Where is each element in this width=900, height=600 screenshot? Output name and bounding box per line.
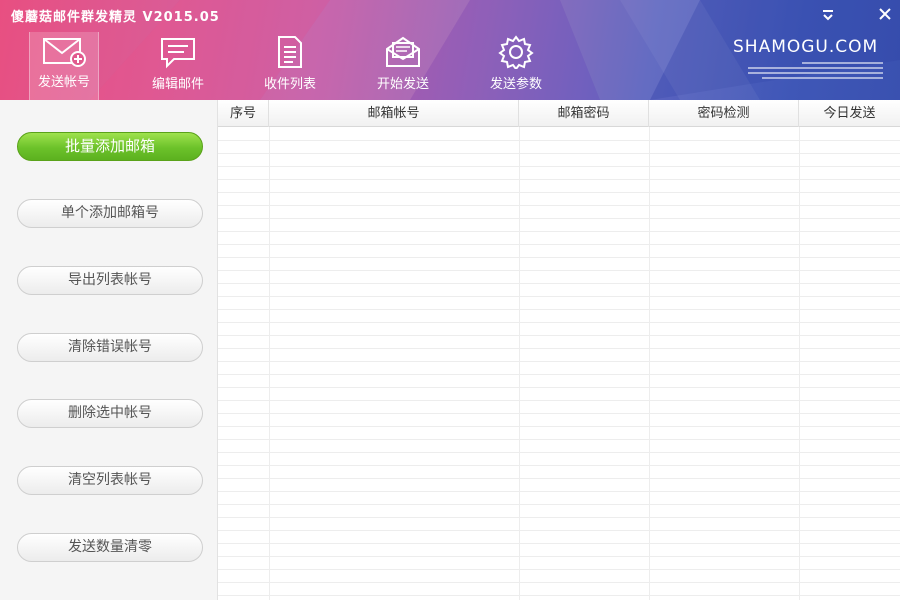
table-row-line	[218, 478, 900, 479]
table-row-line	[218, 153, 900, 154]
tab-label: 开始发送	[376, 77, 429, 92]
table-column-line	[519, 127, 520, 600]
export-list-accounts-button[interactable]: 导出列表帐号	[17, 266, 203, 295]
table-row-line	[218, 387, 900, 388]
table-row-line	[218, 231, 900, 232]
column-header-email-account[interactable]: 邮箱帐号	[269, 100, 519, 127]
table-row-line	[218, 556, 900, 557]
table-column-line	[799, 127, 800, 600]
brand-tagline-graphic	[748, 62, 883, 82]
chat-bubble-icon	[161, 38, 195, 69]
tab-label: 收件列表	[263, 77, 316, 92]
table-row-line	[218, 205, 900, 206]
table-row-line	[218, 491, 900, 492]
table-row-line	[218, 595, 900, 596]
main-toolbar: 发送帐号 编辑邮件 收件列表 开始发送 发送参数	[0, 32, 600, 100]
table-row-line	[218, 452, 900, 453]
table-row-line	[218, 530, 900, 531]
table-row-line	[218, 179, 900, 180]
table-row-line	[218, 283, 900, 284]
tab-recipient-list[interactable]: 收件列表	[242, 32, 338, 100]
tab-label: 编辑邮件	[151, 77, 204, 92]
gear-icon	[498, 35, 534, 69]
tab-send-accounts[interactable]: 发送帐号	[29, 32, 99, 100]
table-row-line	[218, 335, 900, 336]
tab-edit-mail[interactable]: 编辑邮件	[130, 32, 226, 100]
app-title: 傻蘑菇邮件群发精灵 V2015.05	[11, 10, 220, 25]
close-button[interactable]	[874, 3, 896, 25]
tab-send-settings[interactable]: 发送参数	[468, 32, 564, 100]
sidebar: 批量添加邮箱 单个添加邮箱号 导出列表帐号 清除错误帐号 删除选中帐号 清空列表…	[0, 100, 218, 600]
document-list-icon	[278, 36, 302, 68]
tab-label: 发送帐号	[37, 75, 90, 90]
table-row-line	[218, 244, 900, 245]
table-row-line	[218, 361, 900, 362]
table-row-line	[218, 192, 900, 193]
empty-list-accounts-button[interactable]: 清空列表帐号	[17, 466, 203, 495]
table-row-line	[218, 257, 900, 258]
table-row-line	[218, 413, 900, 414]
table-row-line	[218, 517, 900, 518]
table-row-line	[218, 140, 900, 141]
table-row-line	[218, 218, 900, 219]
table-row-line	[218, 322, 900, 323]
brand-logo: SHAMOGU.COM	[733, 37, 879, 57]
clear-error-accounts-button[interactable]: 清除错误帐号	[17, 333, 203, 362]
mail-add-icon	[43, 38, 86, 67]
table-row-line	[218, 543, 900, 544]
batch-add-mailbox-button[interactable]: 批量添加邮箱	[17, 132, 203, 161]
column-header-sent-today[interactable]: 今日发送	[799, 100, 900, 127]
tab-label: 发送参数	[489, 77, 542, 92]
mail-open-icon	[386, 36, 420, 67]
table-column-line	[269, 127, 270, 600]
table-row-line	[218, 309, 900, 310]
table-row-line	[218, 504, 900, 505]
table-row-line	[218, 296, 900, 297]
table-row-line	[218, 166, 900, 167]
table-row-line	[218, 426, 900, 427]
table-row-line	[218, 374, 900, 375]
table-row-line	[218, 582, 900, 583]
delete-selected-accounts-button[interactable]: 删除选中帐号	[17, 399, 203, 428]
column-header-password-check[interactable]: 密码检测	[649, 100, 799, 127]
minimize-icon	[823, 10, 833, 21]
table-row-line	[218, 400, 900, 401]
table-row-line	[218, 465, 900, 466]
table-header: 序号 邮箱帐号 邮箱密码 密码检测 今日发送	[218, 100, 900, 127]
header-banner: 傻蘑菇邮件群发精灵 V2015.05 发送帐号 编辑邮件 收件列表 开始发送 发…	[0, 0, 900, 100]
table-row-line	[218, 348, 900, 349]
table-row-line	[218, 270, 900, 271]
table-row-line	[218, 569, 900, 570]
table-column-line	[649, 127, 650, 600]
table-row-line	[218, 439, 900, 440]
reset-send-count-button[interactable]: 发送数量清零	[17, 533, 203, 562]
minimize-button[interactable]	[817, 3, 839, 25]
column-header-index[interactable]: 序号	[218, 100, 269, 127]
column-header-email-password[interactable]: 邮箱密码	[519, 100, 649, 127]
close-icon	[879, 8, 891, 20]
add-single-mailbox-button[interactable]: 单个添加邮箱号	[17, 199, 203, 228]
accounts-table[interactable]: 序号 邮箱帐号 邮箱密码 密码检测 今日发送	[218, 100, 900, 600]
tab-start-send[interactable]: 开始发送	[355, 32, 451, 100]
